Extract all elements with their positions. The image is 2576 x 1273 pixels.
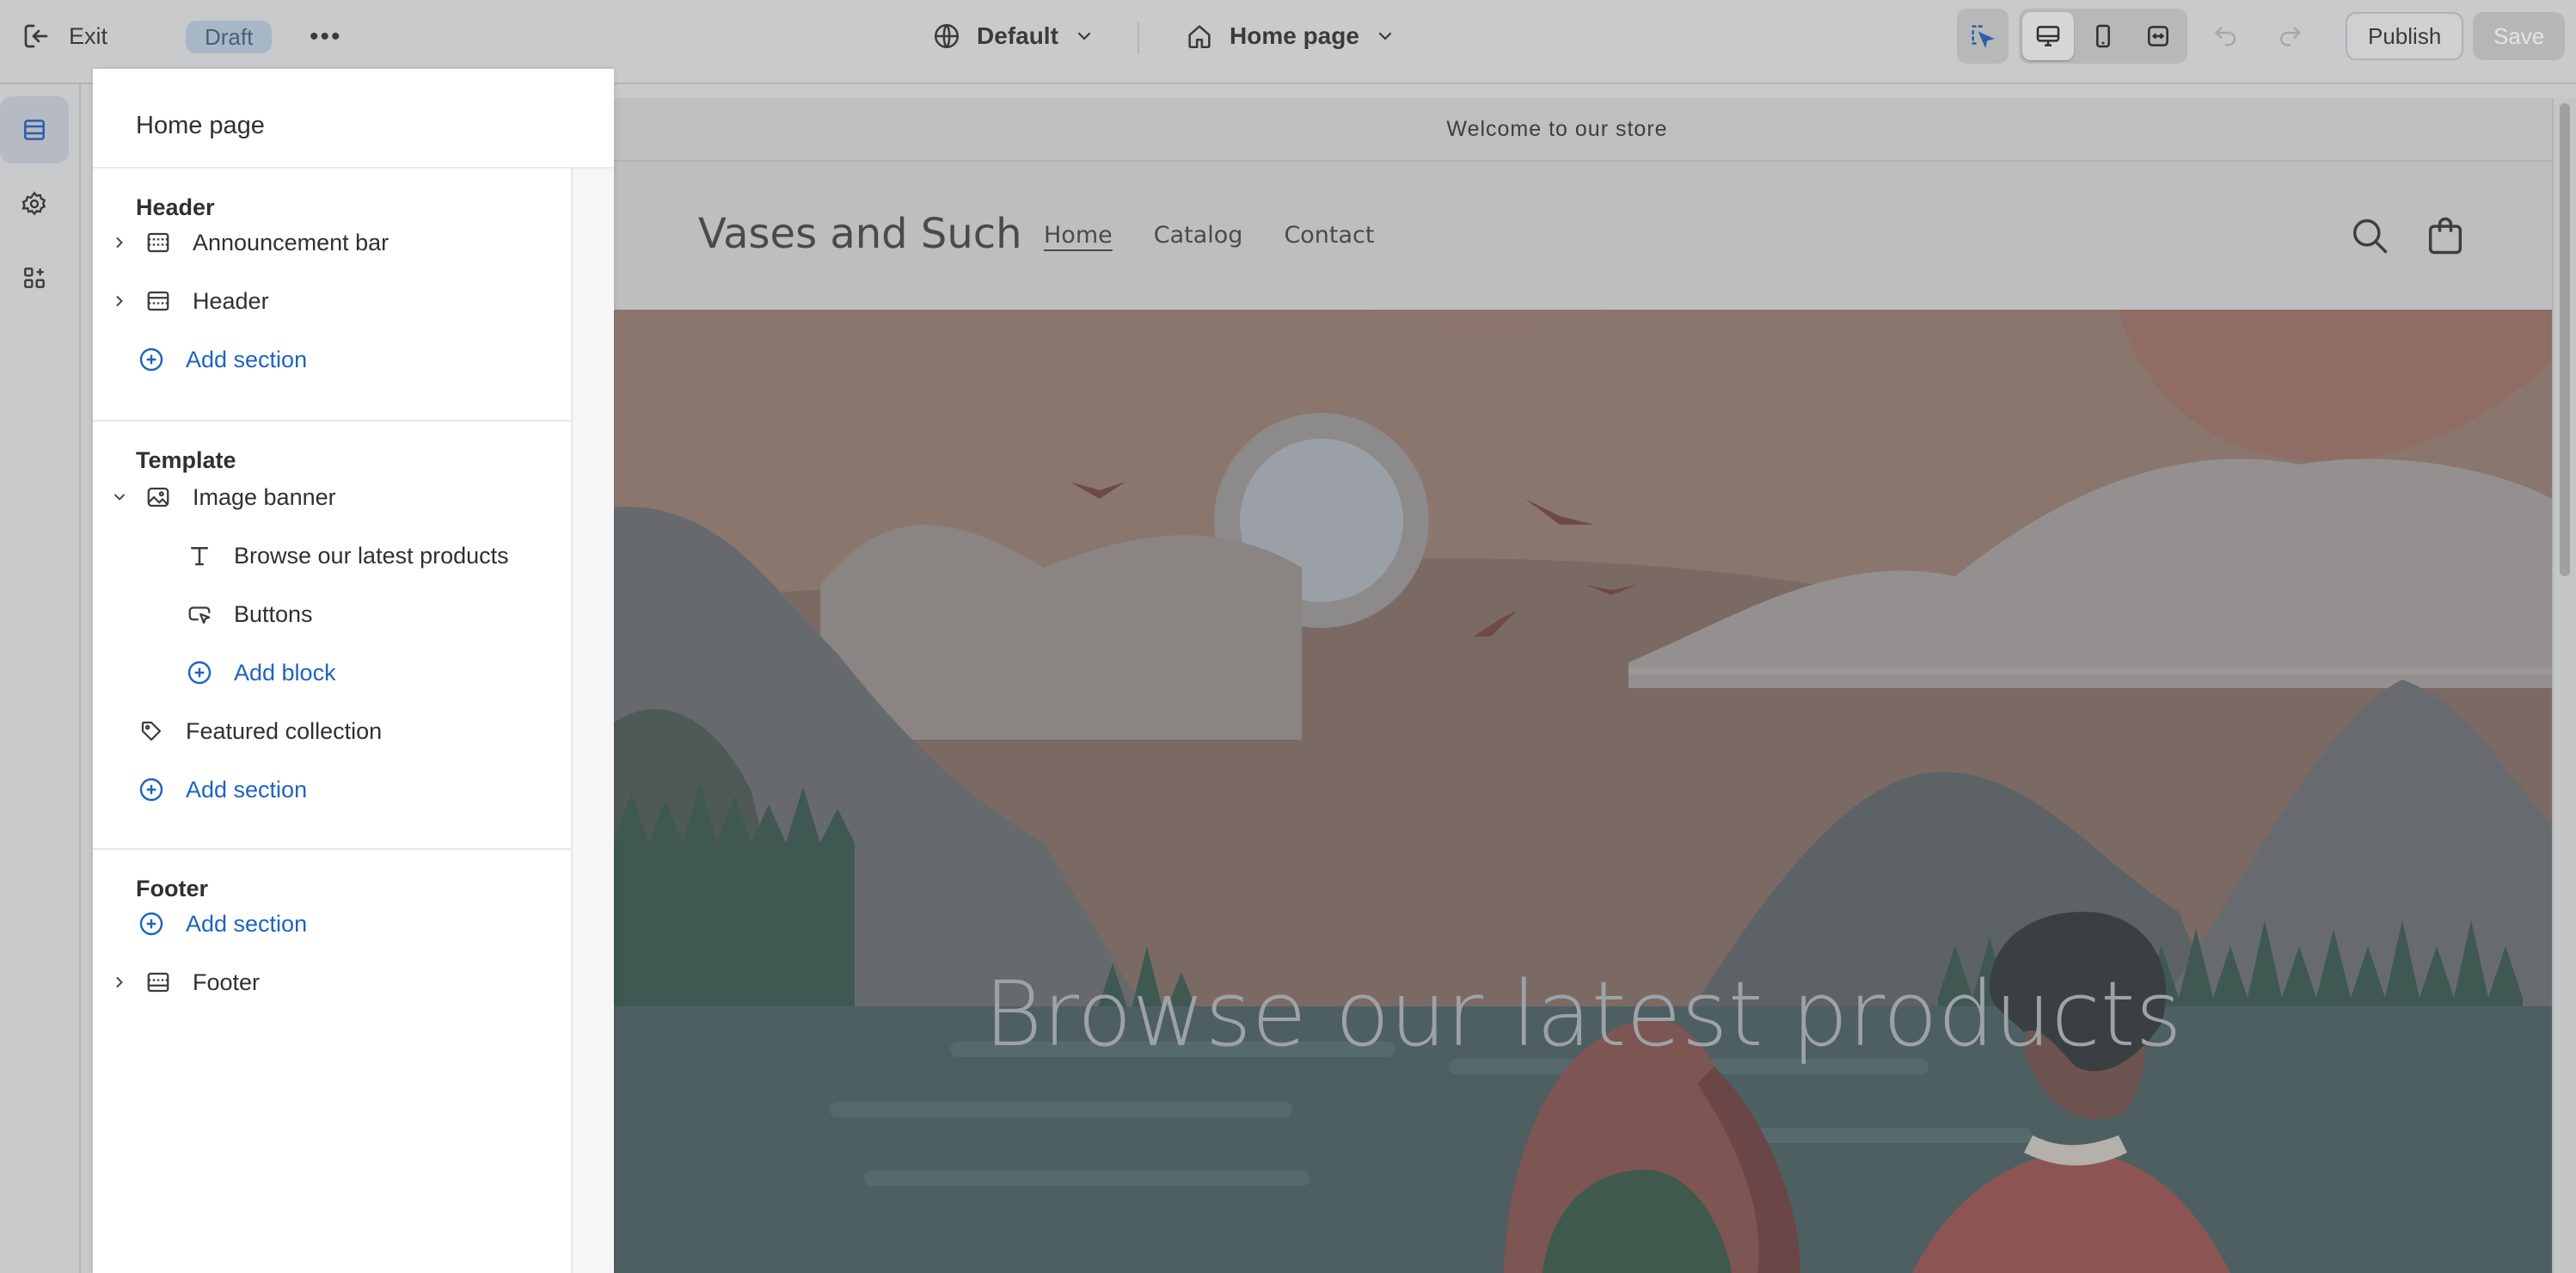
chevron-right-icon[interactable] (110, 292, 129, 310)
group-title-header: Header (136, 194, 215, 220)
home-icon (1188, 25, 1211, 49)
exit-label: Exit (69, 22, 108, 49)
chevron-down-icon[interactable] (110, 489, 129, 506)
chevron-down-icon (1378, 32, 1392, 40)
sections-tab-button[interactable] (0, 96, 69, 163)
block-item-label: Browse our latest products (234, 542, 509, 569)
section-layout-icon (144, 287, 172, 315)
tag-icon (138, 717, 165, 745)
page-selector[interactable]: Home page (1185, 19, 1395, 53)
toolbar-divider (1138, 22, 1139, 53)
draft-status-badge: Draft (186, 21, 273, 53)
mobile-view-button[interactable] (2077, 12, 2129, 60)
publish-button[interactable]: Publish (2346, 12, 2464, 60)
scrollbar-thumb[interactable] (2560, 103, 2570, 576)
block-item-buttons[interactable]: Buttons (186, 597, 313, 631)
store-name[interactable]: Vases and Such (698, 210, 1022, 258)
group-divider (93, 420, 571, 421)
panel-title: Home page (136, 112, 265, 139)
group-title-template: Template (136, 447, 236, 473)
settings-icon (21, 191, 46, 216)
plus-circle-icon (138, 776, 165, 803)
section-item-label: Footer (193, 969, 261, 995)
add-section-label: Add section (186, 776, 308, 803)
cart-icon[interactable] (2423, 213, 2468, 258)
desktop-view-button[interactable] (2022, 12, 2074, 60)
section-item-label: Announcement bar (193, 229, 389, 255)
undo-button[interactable] (2211, 21, 2241, 50)
nav-link-home[interactable]: Home (1044, 222, 1113, 249)
section-item-header[interactable]: Header (110, 284, 269, 318)
section-layout-icon (144, 969, 172, 996)
theme-selector-label: Default (977, 22, 1058, 49)
add-section-button-template[interactable]: Add section (138, 772, 307, 807)
banner-heading[interactable]: Browse our latest products (614, 962, 2552, 1067)
image-banner[interactable] (614, 310, 2552, 1273)
fullwidth-view-button[interactable] (2132, 12, 2184, 60)
plus-circle-icon (186, 659, 213, 686)
chevron-down-icon (1077, 32, 1091, 40)
button-icon (186, 600, 213, 628)
device-preview-group (2019, 9, 2187, 64)
sections-icon (24, 120, 45, 140)
add-block-label: Add block (234, 659, 336, 686)
storefront-preview[interactable]: Welcome to our store Vases and Such Home… (614, 98, 2552, 1273)
nav-link-contact[interactable]: Contact (1284, 222, 1374, 249)
panel-header: Home page (93, 69, 614, 169)
section-item-label: Featured collection (186, 717, 383, 744)
image-icon (144, 483, 172, 511)
add-section-label: Add section (186, 346, 308, 372)
section-item-announcement-bar[interactable]: Announcement bar (110, 225, 389, 260)
inspector-icon (1972, 25, 1995, 48)
search-icon[interactable] (2347, 213, 2392, 258)
theme-selector[interactable]: Default (932, 19, 1095, 53)
announcement-bar[interactable]: Welcome to our store (614, 98, 2552, 162)
chevron-right-icon[interactable] (110, 234, 129, 251)
page-selector-label: Home page (1230, 22, 1359, 49)
desktop-icon (2036, 26, 2060, 46)
sections-panel: Home page Header Announcement bar Header… (93, 69, 614, 1273)
nav-link-catalog[interactable]: Catalog (1154, 222, 1243, 249)
add-block-button[interactable]: Add block (186, 655, 336, 690)
group-divider (93, 848, 571, 850)
add-section-button-footer[interactable]: Add section (138, 907, 307, 941)
left-rail (0, 84, 81, 1273)
chevron-right-icon[interactable] (110, 974, 129, 991)
text-icon (186, 542, 213, 569)
plus-circle-icon (138, 346, 165, 373)
plus-circle-icon (138, 910, 165, 938)
redo-icon (2279, 27, 2302, 46)
section-item-label: Header (193, 287, 269, 314)
apps-icon (24, 268, 45, 288)
section-item-label: Image banner (193, 483, 336, 510)
undo-icon (2214, 27, 2236, 46)
inspector-toggle-button[interactable] (1957, 9, 2009, 64)
exit-button[interactable]: Exit (21, 19, 107, 53)
section-item-image-banner[interactable]: Image banner (110, 480, 336, 514)
store-header[interactable]: Vases and Such Home Catalog Contact (614, 163, 2552, 310)
apps-tab-button[interactable] (0, 244, 69, 311)
settings-tab-button[interactable] (0, 170, 69, 237)
preview-scrollbar[interactable] (2552, 98, 2576, 1273)
section-item-footer[interactable]: Footer (110, 965, 260, 999)
store-nav: Home Catalog Contact (1044, 222, 1374, 249)
redo-button[interactable] (2275, 21, 2304, 50)
panel-scrollbar[interactable] (571, 169, 614, 1273)
save-button[interactable]: Save (2473, 12, 2566, 60)
block-item-heading[interactable]: Browse our latest products (186, 538, 509, 573)
add-section-label: Add section (186, 910, 308, 937)
section-item-featured-collection[interactable]: Featured collection (138, 714, 382, 748)
group-title-footer: Footer (136, 876, 208, 901)
section-layout-icon (144, 229, 172, 256)
mobile-icon (2096, 24, 2110, 48)
globe-icon (934, 23, 960, 49)
fullwidth-icon (2148, 26, 2168, 46)
exit-icon (24, 24, 48, 48)
add-section-button-header[interactable]: Add section (138, 342, 307, 377)
block-item-label: Buttons (234, 600, 313, 627)
more-actions-button[interactable]: ••• (310, 22, 342, 52)
